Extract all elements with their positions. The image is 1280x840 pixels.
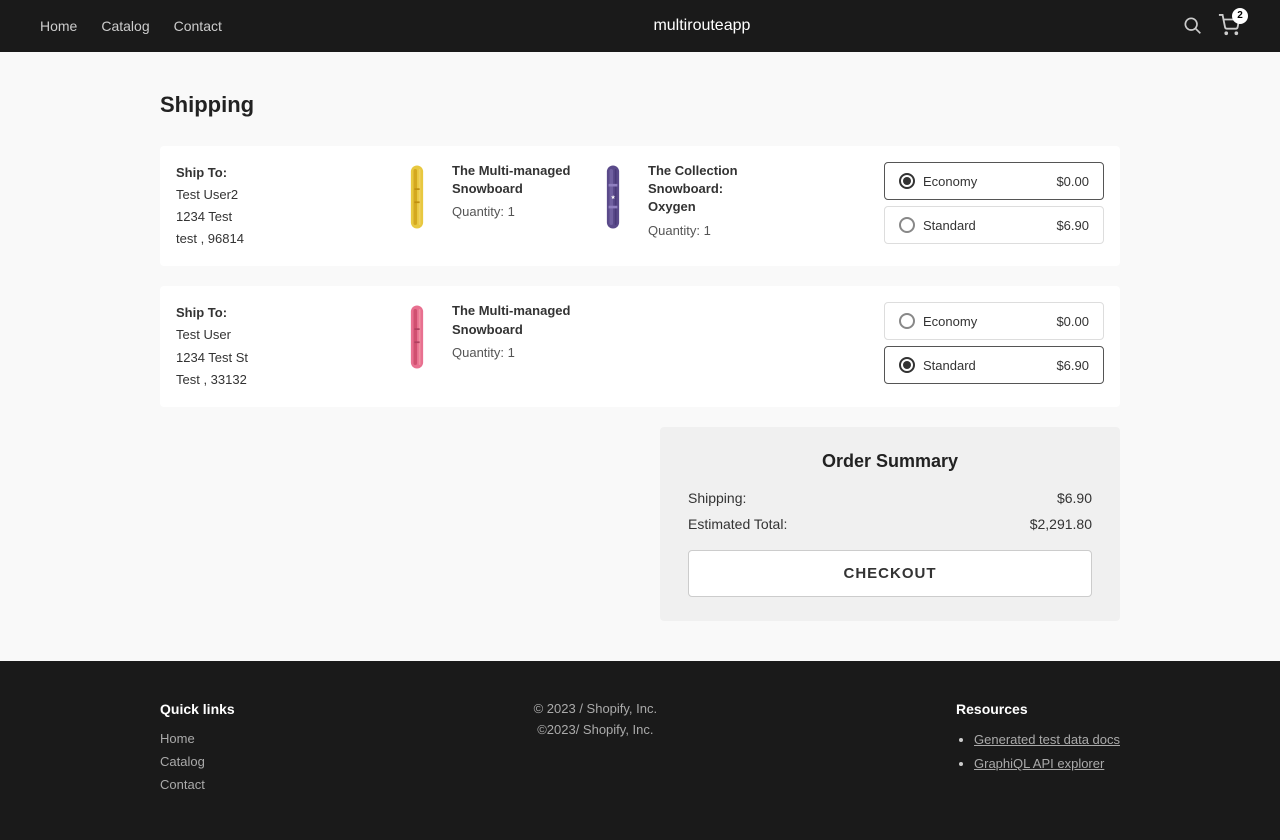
main-nav: Home Catalog Contact (40, 18, 222, 34)
nav-catalog[interactable]: Catalog (101, 18, 149, 34)
footer-link-contact[interactable]: Contact (160, 777, 235, 792)
option-label-standard-2: Standard (923, 358, 976, 373)
product-qty-1: Quantity: 1 (452, 204, 572, 219)
ship-to-1: Ship To: Test User2 1234 Test test , 968… (176, 162, 376, 250)
ship-to-address1-2: 1234 Test St (176, 347, 376, 369)
header: Home Catalog Contact multirouteapp 2 (0, 0, 1280, 52)
radio-standard-1 (899, 217, 915, 233)
site-logo: multirouteapp (653, 17, 750, 35)
product-image-snowboard-pink (392, 302, 442, 372)
product-image-snowboard-blue: ★ (588, 162, 638, 232)
total-value: $2,291.80 (1030, 516, 1092, 532)
product-2-row1: ★ The Collection Snowboard: Oxygen Quant… (588, 162, 768, 238)
footer-center: © 2023 / Shopify, Inc. ©2023/ Shopify, I… (534, 701, 658, 800)
ship-to-name-1: Test User2 (176, 184, 376, 206)
shipping-row-2: Ship To: Test User 1234 Test St Test , 3… (160, 286, 1120, 406)
page-title: Shipping (160, 92, 1120, 118)
option-label-standard-1: Standard (923, 218, 976, 233)
ship-to-label-2: Ship To: (176, 302, 376, 324)
checkout-button[interactable]: CHECKOUT (688, 550, 1092, 597)
ship-to-address2-1: test , 96814 (176, 228, 376, 250)
resource-item-1: Generated test data docs (974, 731, 1120, 747)
radio-standard-2 (899, 357, 915, 373)
option-price-economy-2: $0.00 (1056, 314, 1089, 329)
shipping-row-1: Ship To: Test User2 1234 Test test , 968… (160, 146, 1120, 266)
shipping-option-standard-2[interactable]: Standard $6.90 (884, 346, 1104, 384)
shipping-options-2: Economy $0.00 Standard $6.90 (884, 302, 1104, 384)
nav-home[interactable]: Home (40, 18, 77, 34)
cart-count: 2 (1232, 8, 1248, 24)
shipping-option-standard-1[interactable]: Standard $6.90 (884, 206, 1104, 244)
product-qty-row2: Quantity: 1 (452, 345, 572, 360)
option-label-economy-1: Economy (923, 174, 977, 189)
resources-list: Generated test data docs GraphiQL API ex… (956, 731, 1120, 771)
shipping-label: Shipping: (688, 490, 746, 506)
quick-links-title: Quick links (160, 701, 235, 717)
order-summary: Order Summary Shipping: $6.90 Estimated … (660, 427, 1120, 621)
footer-link-home[interactable]: Home (160, 731, 235, 746)
footer: Quick links Home Catalog Contact © 2023 … (0, 661, 1280, 840)
product-1-row1: The Multi-managed Snowboard Quantity: 1 (392, 162, 572, 232)
shipping-option-economy-1[interactable]: Economy $0.00 (884, 162, 1104, 200)
ship-to-name-2: Test User (176, 324, 376, 346)
summary-shipping-row: Shipping: $6.90 (688, 490, 1092, 506)
option-price-economy-1: $0.00 (1056, 174, 1089, 189)
resource-link-2[interactable]: GraphiQL API explorer (974, 756, 1120, 771)
total-label: Estimated Total: (688, 516, 787, 532)
resources-title: Resources (956, 701, 1120, 717)
nav-contact[interactable]: Contact (174, 18, 222, 34)
main-content: Shipping Ship To: Test User2 1234 Test t… (0, 52, 1280, 661)
footer-quick-links: Quick links Home Catalog Contact (160, 701, 235, 800)
product-qty-2: Quantity: 1 (648, 223, 768, 238)
product-info-row2: The Multi-managed Snowboard Quantity: 1 (452, 302, 572, 359)
shipping-value: $6.90 (1057, 490, 1092, 506)
ship-to-2: Ship To: Test User 1234 Test St Test , 3… (176, 302, 376, 390)
footer-link-catalog[interactable]: Catalog (160, 754, 235, 769)
ship-to-address2-2: Test , 33132 (176, 369, 376, 391)
option-price-standard-2: $6.90 (1056, 358, 1089, 373)
shipping-options-1: Economy $0.00 Standard $6.90 (884, 162, 1104, 244)
ship-to-label-1: Ship To: (176, 162, 376, 184)
search-icon[interactable] (1182, 15, 1202, 38)
resource-link-1[interactable]: Generated test data docs (974, 732, 1120, 747)
shipping-option-economy-2[interactable]: Economy $0.00 (884, 302, 1104, 340)
summary-title: Order Summary (688, 451, 1092, 472)
order-summary-wrapper: Order Summary Shipping: $6.90 Estimated … (160, 427, 1120, 621)
product-image-snowboard-yellow (392, 162, 442, 232)
header-actions: 2 (1182, 14, 1240, 39)
radio-economy-2 (899, 313, 915, 329)
option-price-standard-1: $6.90 (1056, 218, 1089, 233)
product-info-1: The Multi-managed Snowboard Quantity: 1 (452, 162, 572, 219)
product-name-row2: The Multi-managed Snowboard (452, 302, 572, 338)
footer-copyright-2: ©2023/ Shopify, Inc. (534, 722, 658, 737)
footer-resources: Resources Generated test data docs Graph… (956, 701, 1120, 800)
product-info-2: The Collection Snowboard: Oxygen Quantit… (648, 162, 768, 238)
product-name-2: The Collection Snowboard: Oxygen (648, 162, 768, 217)
svg-text:★: ★ (611, 195, 616, 201)
ship-to-address1-1: 1234 Test (176, 206, 376, 228)
option-label-economy-2: Economy (923, 314, 977, 329)
product-name-1: The Multi-managed Snowboard (452, 162, 572, 198)
product-1-row2: The Multi-managed Snowboard Quantity: 1 (392, 302, 572, 372)
summary-total-row: Estimated Total: $2,291.80 (688, 516, 1092, 532)
cart-icon[interactable]: 2 (1218, 14, 1240, 39)
footer-copyright-1: © 2023 / Shopify, Inc. (534, 701, 658, 716)
radio-economy-1 (899, 173, 915, 189)
resource-item-2: GraphiQL API explorer (974, 755, 1120, 771)
